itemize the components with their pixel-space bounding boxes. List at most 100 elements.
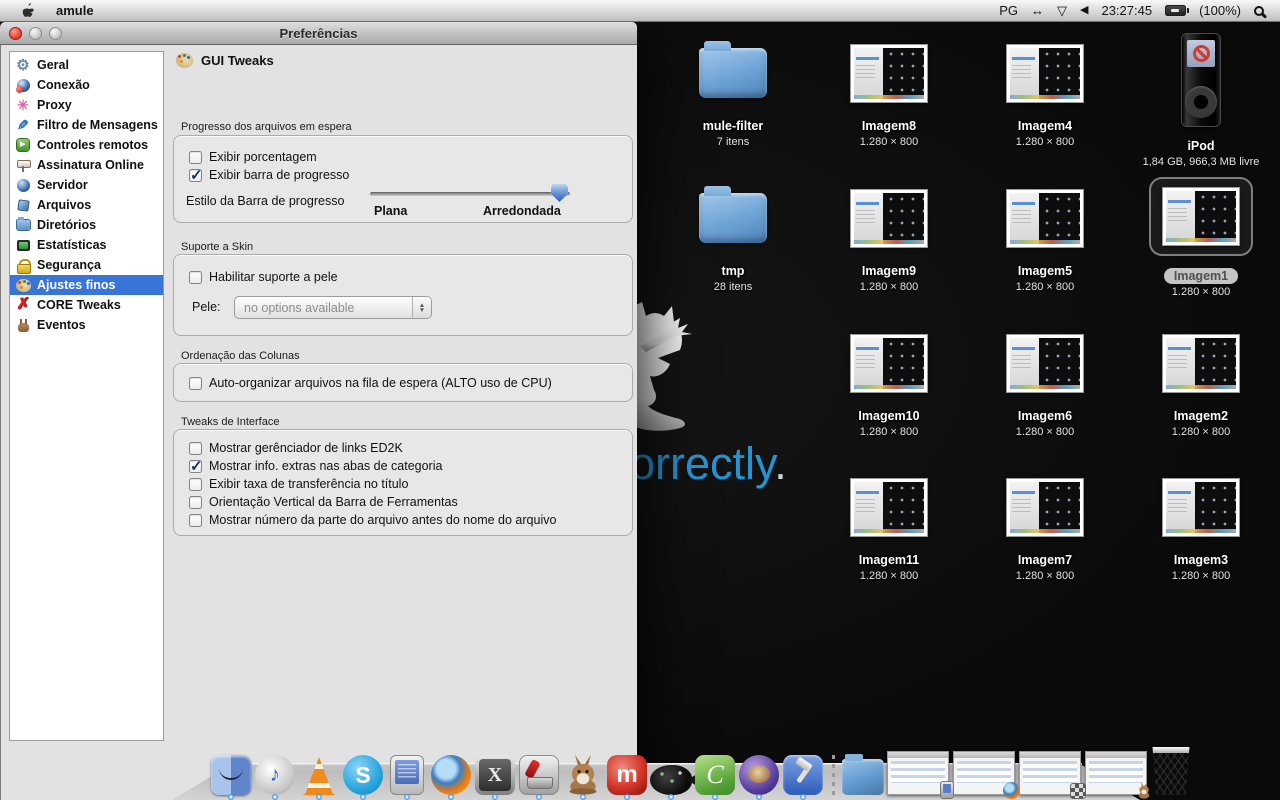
sidebar-item-assinatura-online[interactable]: Assinatura Online [10,155,163,175]
input-source-indicator[interactable]: PG [999,4,1018,17]
screenshot-thumbnail-icon [851,479,927,536]
dock-minimized-window-firefox[interactable] [952,751,1016,795]
sidebar-item-proxy[interactable]: Proxy [10,95,163,115]
dock-amule-icon[interactable] [562,751,604,795]
sidebar-item-filtro-de-mensagens[interactable]: Filtro de Mensagens [10,115,163,135]
zoom-button[interactable] [49,27,62,40]
sidebar-item-core-tweaks[interactable]: CORE Tweaks [10,295,163,315]
selected-label-pill: Imagem1 [1164,268,1238,284]
arrows-icon[interactable]: ↔ [1031,4,1044,17]
auto-sort-checkbox[interactable] [189,377,202,390]
screenshot-thumbnail-icon [1007,45,1083,102]
dock-fugu-icon[interactable] [650,751,692,795]
dock-ship-orb-icon[interactable] [738,751,780,795]
slider-handle[interactable] [551,184,568,202]
palette-icon [176,53,193,68]
desktop-icon-imagem6[interactable]: Imagem6 1.280 × 800 [970,326,1120,438]
enable-skin-checkbox[interactable] [189,271,202,284]
airport-icon[interactable]: ▽ [1057,4,1067,17]
part-number-row: Mostrar número da parte do arquivo antes… [189,513,556,527]
xchat-badge-icon [1070,783,1086,799]
desktop-icon-imagem5[interactable]: Imagem5 1.280 × 800 [970,181,1120,293]
desktop-icon-mule-filter[interactable]: mule-filter 7 itens [658,36,808,148]
battery-percent: (100%) [1199,4,1241,17]
minimize-button[interactable] [29,27,42,40]
part-number-checkbox[interactable] [189,514,202,527]
dock-firefox-icon[interactable] [430,751,472,795]
dock-minimized-window-device[interactable] [886,751,950,795]
wallpaper-text: orrectly. [630,438,787,490]
show-percentage-checkbox[interactable] [189,151,202,164]
sidebar-item-diretorios[interactable]: Diretórios [10,215,163,235]
desktop-icon-imagem3[interactable]: Imagem3 1.280 × 800 [1126,470,1276,582]
dock-itunes-icon[interactable]: ♪ [254,751,296,795]
desktop-icon-imagem4[interactable]: Imagem4 1.280 × 800 [970,36,1120,148]
sidebar-item-estatisticas[interactable]: Estatísticas [10,235,163,255]
screenshot-thumbnail-icon [851,45,927,102]
desktop-icon-imagem2[interactable]: Imagem2 1.280 × 800 [1126,326,1276,438]
sidebar-item-arquivos[interactable]: Arquivos [10,195,163,215]
connection-globe-icon [15,77,31,93]
show-progressbar-row: Exibir barra de progresso [189,168,349,182]
close-button[interactable] [9,27,22,40]
stepper-arrows-icon[interactable]: ▲▼ [412,297,431,318]
vertical-toolbar-checkbox[interactable] [189,496,202,509]
desktop-icon-tmp[interactable]: tmp 28 itens [658,181,808,293]
palette-icon [15,277,31,293]
apple-menu-icon[interactable] [22,3,36,19]
sidebar-item-eventos[interactable]: Eventos [10,315,163,335]
sidebar-item-geral[interactable]: Geral [10,55,163,75]
interface-groupbox: Mostrar gerênciador de links ED2K Mostra… [173,429,633,536]
progress-groupbox: Exibir porcentagem Exibir barra de progr… [173,135,633,223]
dock-xchat-icon[interactable]: X [474,751,516,795]
dock-trash-icon[interactable] [1150,751,1192,795]
rate-in-title-checkbox[interactable] [189,478,202,491]
desktop-icon-imagem10[interactable]: Imagem10 1.280 × 800 [814,326,964,438]
menu-clock[interactable]: 23:27:45 [1101,4,1152,17]
sidebar-item-servidor[interactable]: Servidor [10,175,163,195]
dock-folder-icon[interactable] [842,751,884,795]
dock-m-client-icon[interactable]: m [606,751,648,795]
desktop-icon-imagem11[interactable]: Imagem11 1.280 × 800 [814,470,964,582]
dock-minimized-window-amule[interactable] [1084,751,1148,795]
show-progressbar-checkbox[interactable] [189,169,202,182]
sidebar-item-seguranca[interactable]: Segurança [10,255,163,275]
sidebar-item-controles-remotos[interactable]: Controles remotos [10,135,163,155]
dock-coda-icon[interactable]: C [694,751,736,795]
desktop-icon-imagem8[interactable]: Imagem8 1.280 × 800 [814,36,964,148]
active-app-name[interactable]: amule [56,3,94,18]
selection-frame [1149,177,1253,256]
progressbar-style-label: Estilo da Barra de progresso [186,194,344,208]
category-tabs-info-checkbox[interactable] [189,460,202,473]
menu-bar: amule PG ↔ ▽ ◀ 23:27:45 (100%) [0,0,1280,22]
desktop-icon-imagem1-selected[interactable]: Imagem1 1.280 × 800 [1126,172,1276,298]
volume-icon[interactable]: ◀ [1080,5,1088,16]
files-cube-icon [15,197,31,213]
enable-skin-row: Habilitar suporte a pele [189,270,338,284]
window-title-bar[interactable]: Preferências [0,22,637,45]
remote-control-icon [15,137,31,153]
dock: ♪ S X m C [172,736,1140,800]
desktop-icon-ipod[interactable]: iPod 1,84 GB, 966,3 MB livre [1126,30,1276,168]
screenshot-thumbnail-icon [1007,479,1083,536]
ed2k-links-checkbox[interactable] [189,442,202,455]
dock-minimized-window-xchat[interactable] [1018,751,1082,795]
dock-xcode-icon[interactable] [782,751,824,795]
skin-select[interactable]: no options available ▲▼ [234,296,432,319]
dock-skype-icon[interactable]: S [342,751,384,795]
dock-transmission-icon[interactable] [518,751,560,795]
prefs-sidebar: Geral Conexão Proxy Filtro de Mensagens … [9,51,164,741]
dock-vlc-icon[interactable] [298,751,340,795]
lock-icon [15,257,31,273]
desktop-icon-imagem7[interactable]: Imagem7 1.280 × 800 [970,470,1120,582]
spotlight-icon[interactable] [1254,6,1264,16]
dock-finder-icon[interactable] [210,751,252,795]
sidebar-item-conexao[interactable]: Conexão [10,75,163,95]
no-entry-icon [1193,45,1210,62]
dock-address-device-icon[interactable] [386,751,428,795]
sidebar-item-ajustes-finos[interactable]: Ajustes finos [10,275,163,295]
battery-icon[interactable] [1165,5,1186,16]
desktop-icon-imagem9[interactable]: Imagem9 1.280 × 800 [814,181,964,293]
ed2k-links-row: Mostrar gerênciador de links ED2K [189,441,403,455]
slider-track[interactable] [370,192,570,196]
